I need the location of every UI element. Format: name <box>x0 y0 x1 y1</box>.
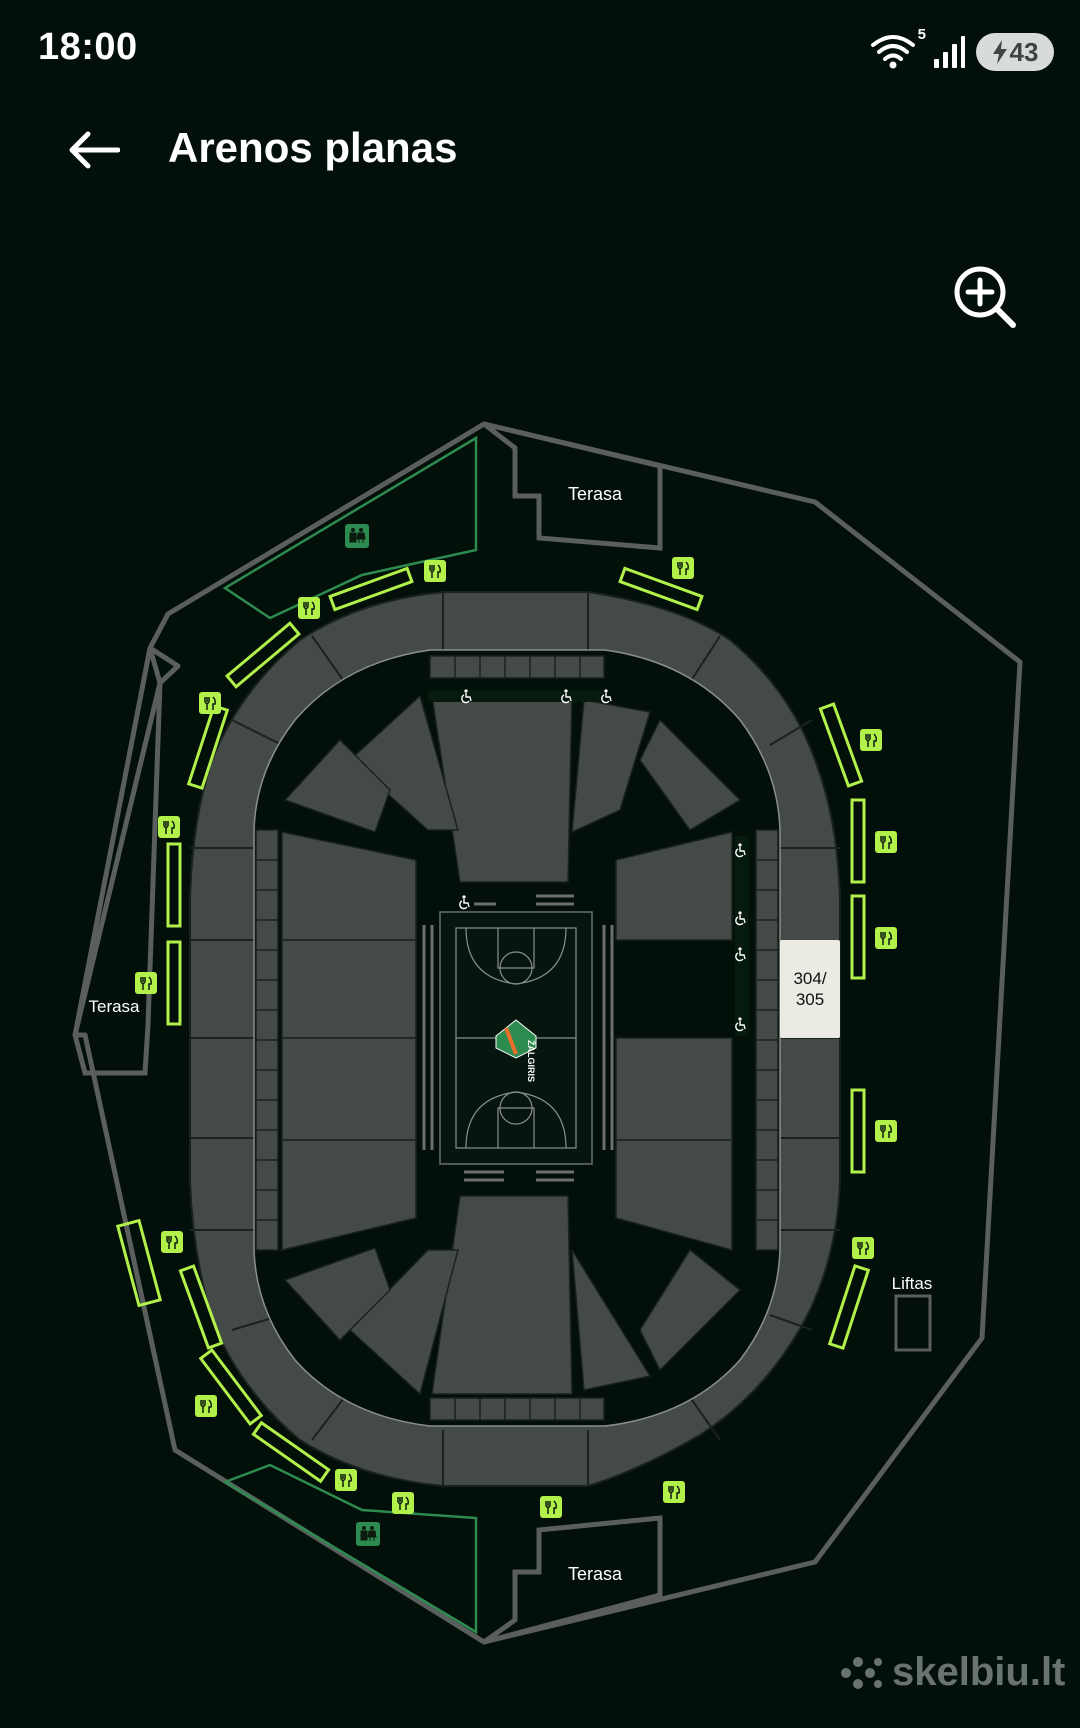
arrow-left-icon <box>69 131 120 169</box>
section-label-line2: 305 <box>796 990 824 1009</box>
food-icon <box>160 1230 184 1254</box>
section-304-305[interactable] <box>780 940 840 1038</box>
food-icon <box>671 556 695 580</box>
cellular-signal-icon <box>934 36 965 68</box>
wifi-icon: 5 <box>870 26 926 72</box>
food-icon <box>874 1119 898 1143</box>
elevator-box[interactable] <box>894 1294 932 1352</box>
court-logo-text: ŽALGIRIS <box>526 1040 537 1082</box>
status-icons: 5 43 <box>870 26 1054 74</box>
food-icon <box>134 971 158 995</box>
food-icon <box>662 1480 686 1504</box>
battery-charging-icon: 43 <box>976 33 1054 71</box>
food-icon <box>194 1394 218 1418</box>
app-bar: Arenos planas <box>0 110 1080 190</box>
arena-map[interactable]: Terasa Terasa Terasa 304/ 305 ŽALGIRIS L… <box>0 380 1080 1660</box>
food-icon <box>157 815 181 839</box>
watermark-text: skelbiu.lt <box>892 1650 1066 1694</box>
restroom-icon <box>355 1521 381 1547</box>
terrace-left-label: Terasa <box>88 997 140 1016</box>
food-icon <box>539 1495 563 1519</box>
food-icon <box>198 691 222 715</box>
terrace-top-label: Terasa <box>568 484 623 504</box>
food-icon <box>859 728 883 752</box>
basketball-court: ŽALGIRIS <box>439 911 593 1165</box>
terrace-bottom-label: Terasa <box>568 1564 623 1584</box>
food-icon <box>334 1468 358 1492</box>
food-icon <box>874 926 898 950</box>
status-time: 18:00 <box>38 26 138 68</box>
zoom-in-icon <box>954 266 1016 328</box>
status-bar: 18:00 5 43 <box>0 0 1080 100</box>
food-icon <box>874 830 898 854</box>
section-label-line1: 304/ <box>793 969 826 988</box>
food-icon <box>297 596 321 620</box>
wifi-generation-label: 5 <box>917 26 926 43</box>
food-icon <box>851 1236 875 1260</box>
zoom-in-button[interactable] <box>952 264 1018 330</box>
page-title: Arenos planas <box>168 124 458 171</box>
elevator-label: Liftas <box>892 1274 933 1293</box>
back-button[interactable] <box>64 120 124 180</box>
skelbiu-logo-icon <box>841 1656 882 1689</box>
restroom-icon <box>344 523 370 549</box>
food-icon <box>423 559 447 583</box>
battery-level: 43 <box>1009 36 1039 67</box>
food-icon <box>391 1491 415 1515</box>
watermark: skelbiu.lt <box>838 1650 1065 1695</box>
